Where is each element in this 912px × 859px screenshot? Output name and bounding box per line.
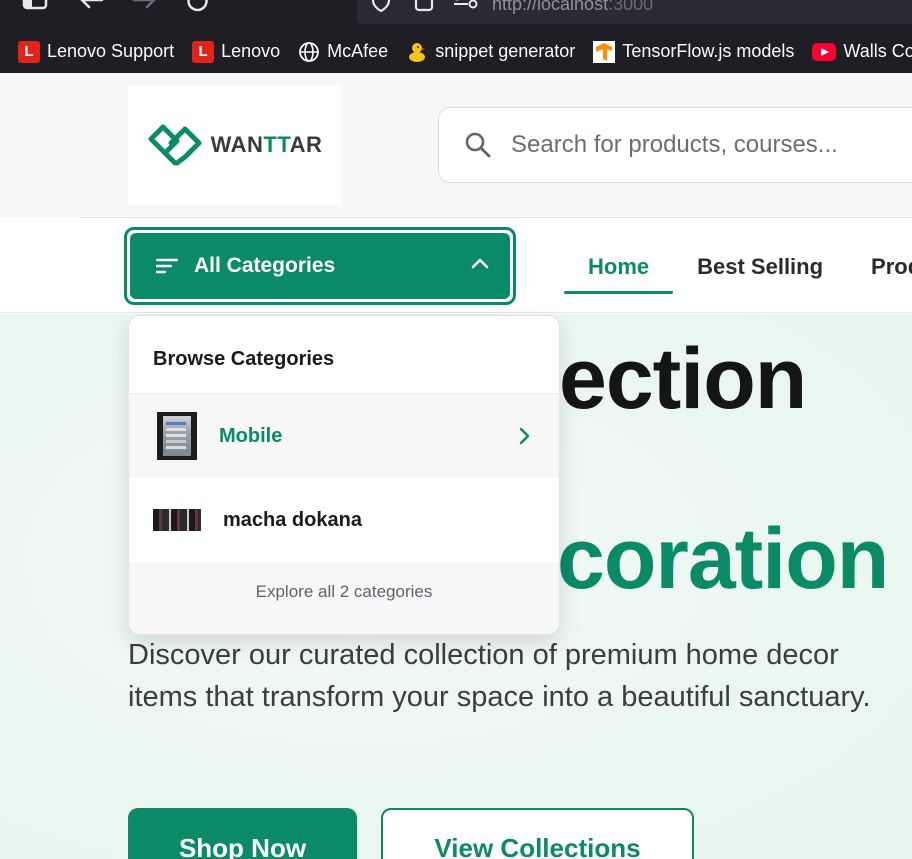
bookmark-lenovo[interactable]: L Lenovo <box>192 40 281 63</box>
category-label: Mobile <box>219 424 283 447</box>
lenovo-icon: L <box>192 40 215 63</box>
browser-toolbar: http://localhost:3000 <box>0 0 912 30</box>
hero-title-line-2: coration <box>557 511 889 607</box>
site-logo[interactable]: WANTTAR <box>128 85 341 205</box>
bookmark-tensorflow[interactable]: TensorFlow.js models <box>593 40 795 63</box>
all-categories-button-inner: All Categories <box>130 233 510 299</box>
duck-icon <box>409 42 426 62</box>
search-input[interactable] <box>511 131 912 159</box>
site-header: WANTTAR <box>0 73 912 217</box>
nav-links: Home Best Selling Prod <box>564 248 912 294</box>
logo-text-accent: TT <box>263 132 290 157</box>
back-icon[interactable] <box>78 0 104 10</box>
search-icon <box>465 132 491 158</box>
nav-link-products[interactable]: Prod <box>847 248 912 294</box>
all-categories-button[interactable]: All Categories <box>124 227 516 305</box>
logo-text: WANTTAR <box>211 132 323 158</box>
explore-all-categories-link[interactable]: Explore all 2 categories <box>129 562 559 634</box>
search-box[interactable] <box>438 107 912 183</box>
reload-icon[interactable] <box>186 0 210 12</box>
bookmarks-bar: L Lenovo Support L Lenovo McAfee snippet… <box>0 30 912 73</box>
bookmark-label: Walls Col <box>843 41 912 61</box>
logo-text-suffix: AR <box>289 132 323 157</box>
bookmark-mcafee[interactable]: McAfee <box>298 41 388 63</box>
dropdown-title: Browse Categories <box>129 316 559 394</box>
nav-link-best-selling[interactable]: Best Selling <box>673 248 847 294</box>
youtube-icon <box>812 42 837 61</box>
url-host: http://localhost <box>492 0 609 14</box>
categories-dropdown: Browse Categories Mobile macha dokana Ex… <box>128 315 560 635</box>
logo-text-prefix: WAN <box>210 132 264 157</box>
bookmark-lenovo-support[interactable]: L Lenovo Support <box>18 40 175 63</box>
globe-icon <box>299 41 320 62</box>
filter-lines-icon <box>156 258 178 274</box>
shop-now-button[interactable]: Shop Now <box>128 808 357 859</box>
category-item-macha-dokana[interactable]: macha dokana <box>129 478 559 562</box>
chevron-up-icon <box>471 258 489 269</box>
url-text[interactable]: http://localhost:3000 <box>492 0 653 15</box>
bookmark-walls[interactable]: Walls Col <box>812 41 912 62</box>
bookmark-label: Lenovo Support <box>47 41 175 61</box>
nav-link-home[interactable]: Home <box>564 248 674 294</box>
bookmark-snippet-generator[interactable]: snippet generator <box>406 41 575 63</box>
hero-description: Discover our curated collection of premi… <box>128 639 871 713</box>
category-item-mobile[interactable]: Mobile <box>129 394 559 478</box>
shield-icon[interactable] <box>370 0 392 12</box>
bookmark-label: snippet generator <box>435 41 576 61</box>
forward-icon[interactable] <box>132 0 158 10</box>
site-settings-icon[interactable] <box>452 0 478 10</box>
all-categories-label: All Categories <box>194 254 336 277</box>
bookmark-label: Lenovo <box>221 41 281 61</box>
wanttar-logo-icon <box>148 124 202 166</box>
bookmark-label: McAfee <box>327 41 389 61</box>
page: WANTTAR All Categories Home Best Selling… <box>0 73 912 859</box>
page-icon[interactable] <box>414 0 434 12</box>
tensorflow-icon <box>593 40 616 63</box>
view-collections-button[interactable]: View Collections <box>381 808 694 859</box>
url-port: :3000 <box>608 0 654 14</box>
hero-title-line-1: ection <box>559 331 807 427</box>
lenovo-icon: L <box>18 40 40 63</box>
category-label: macha dokana <box>223 508 362 531</box>
main-nav: All Categories Home Best Selling Prod <box>0 218 912 313</box>
bookmark-label: TensorFlow.js models <box>622 41 795 61</box>
chevron-right-icon <box>519 427 530 445</box>
category-thumbnail <box>157 412 197 460</box>
category-thumbnail <box>153 509 201 531</box>
sidebar-icon[interactable] <box>22 0 50 10</box>
